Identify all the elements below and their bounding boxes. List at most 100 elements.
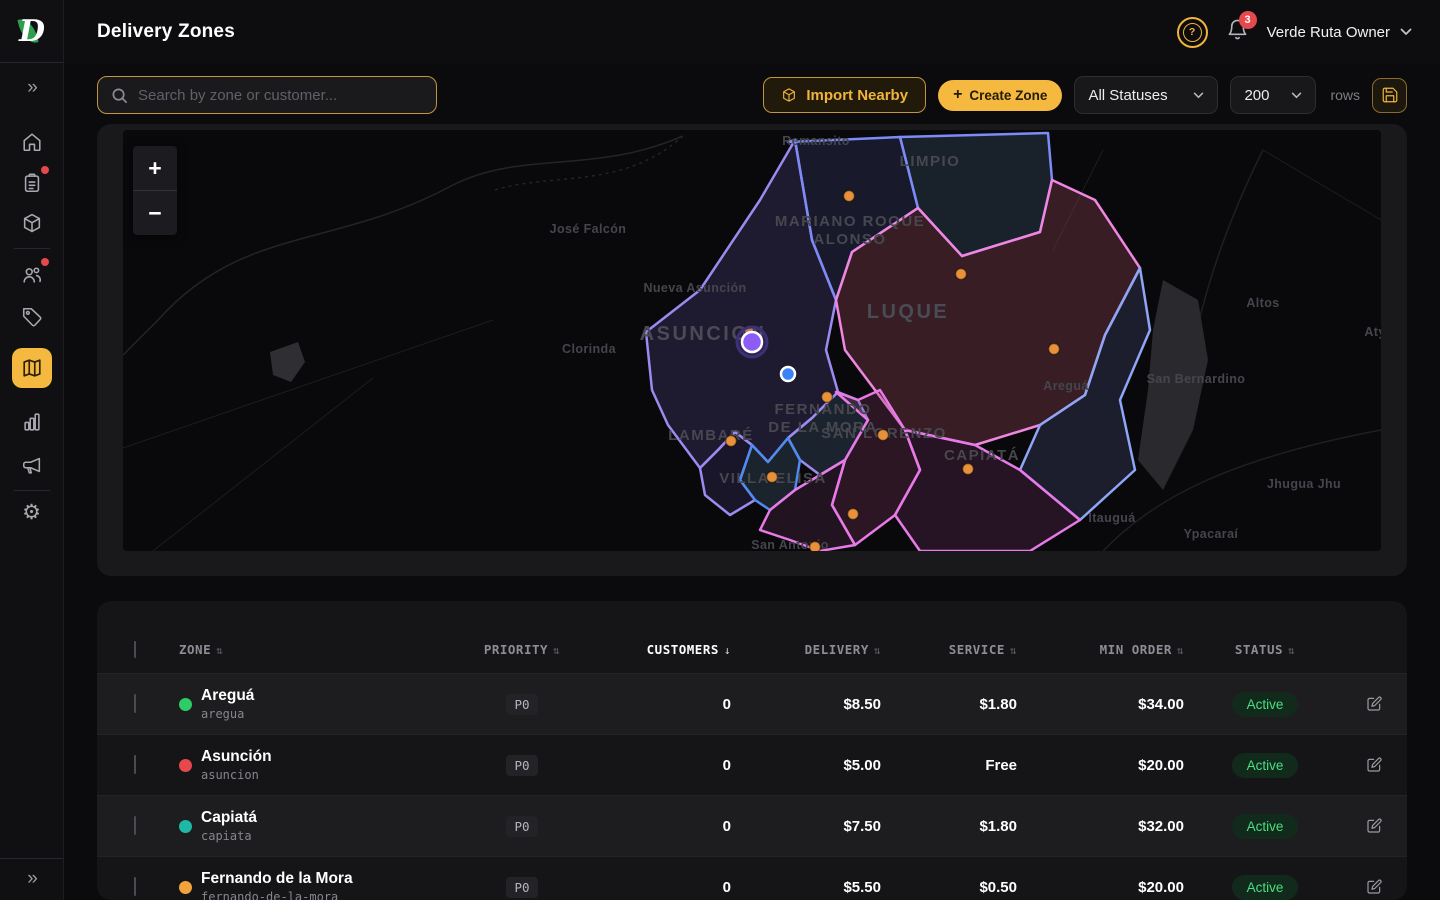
sort-icon: ⇅ — [1010, 644, 1017, 657]
select-all-checkbox[interactable] — [134, 641, 136, 658]
delivery-zones-map[interactable]: Remansito LIMPIO MARIANO ROQUE ALONSO Jo… — [123, 130, 1381, 551]
table-row[interactable]: Areguá aregua P0 0 $8.50 $1.80 $34.00 Ac… — [97, 673, 1407, 734]
svg-text:ALONSO: ALONSO — [813, 231, 886, 248]
priority-badge: P0 — [506, 816, 537, 837]
edit-zone-button[interactable] — [1340, 878, 1407, 896]
priority-badge: P0 — [506, 755, 537, 776]
zoom-out-button[interactable]: − — [133, 191, 177, 235]
save-view-button[interactable] — [1372, 78, 1407, 113]
sidebar-item-marketing[interactable] — [0, 454, 63, 476]
zone-color-dot — [179, 698, 192, 711]
search-box — [97, 76, 437, 114]
status-filter-select[interactable]: All Statuses — [1074, 76, 1218, 114]
zone-color-dot — [179, 759, 192, 772]
page-title: Delivery Zones — [97, 21, 235, 43]
sidebar-item-products[interactable] — [0, 212, 63, 234]
import-nearby-button[interactable]: Import Nearby — [763, 77, 926, 113]
service-fee: $1.80 — [887, 818, 1023, 835]
column-header-status[interactable]: STATUS⇅ — [1190, 642, 1340, 657]
sort-icon: ⇅ — [553, 644, 560, 657]
sidebar-item-orders[interactable] — [0, 172, 63, 194]
row-checkbox[interactable] — [134, 694, 136, 713]
zone-marker — [848, 509, 859, 520]
zone-slug: aregua — [201, 707, 254, 721]
zone-marker — [844, 191, 855, 202]
zones-table-card: ZONE⇅ PRIORITY⇅ CUSTOMERS↓ DELIVERY⇅ SER… — [97, 601, 1407, 900]
page-size-select[interactable]: 200 — [1230, 76, 1316, 114]
zone-marker — [956, 269, 967, 280]
table-row[interactable]: Fernando de la Mora fernando-de-la-mora … — [97, 856, 1407, 900]
sidebar-expand-button[interactable]: » — [0, 77, 63, 99]
zoom-in-button[interactable]: + — [133, 146, 177, 190]
create-zone-button[interactable]: + Create Zone — [938, 80, 1062, 111]
save-icon — [1381, 86, 1399, 104]
zone-marker — [878, 430, 889, 441]
logo-letter: D — [19, 17, 45, 47]
row-checkbox[interactable] — [134, 816, 136, 835]
help-button[interactable]: ? — [1177, 17, 1208, 48]
sidebar-item-tags[interactable] — [0, 306, 63, 328]
zone-color-dot — [179, 881, 192, 894]
zone-marker — [1049, 344, 1060, 355]
edit-zone-button[interactable] — [1340, 817, 1407, 835]
orders-notification-dot — [41, 166, 49, 174]
edit-zone-button[interactable] — [1340, 695, 1407, 713]
delivery-fee: $8.50 — [737, 696, 887, 713]
zone-name: Asunción — [201, 748, 272, 767]
chevron-down-icon — [1193, 92, 1204, 99]
import-package-icon — [781, 87, 797, 103]
sidebar-expand-bottom-button[interactable]: » — [0, 868, 63, 890]
sidebar: D » ⚙ » — [0, 0, 64, 900]
svg-text:CAPIATÁ: CAPIATÁ — [944, 447, 1020, 464]
secondary-zone-marker — [781, 367, 795, 381]
column-header-service[interactable]: SERVICE⇅ — [887, 642, 1023, 657]
question-mark-icon: ? — [1183, 23, 1202, 42]
users-icon — [21, 264, 43, 286]
sidebar-item-home[interactable] — [0, 131, 63, 153]
sidebar-item-settings[interactable]: ⚙ — [0, 501, 63, 523]
sort-icon: ⇅ — [216, 644, 223, 657]
map-canvas[interactable]: Remansito LIMPIO MARIANO ROQUE ALONSO Jo… — [123, 130, 1381, 551]
plus-icon: + — [953, 87, 962, 103]
user-menu[interactable]: Verde Ruta Owner — [1267, 23, 1412, 41]
delivery-fee: $7.50 — [737, 818, 887, 835]
search-icon — [111, 87, 128, 104]
edit-zone-button[interactable] — [1340, 756, 1407, 774]
zone-marker — [767, 472, 778, 483]
column-header-customers[interactable]: CUSTOMERS↓ — [577, 642, 737, 657]
column-header-priority[interactable]: PRIORITY⇅ — [467, 642, 577, 657]
svg-text:Remansito: Remansito — [782, 134, 850, 148]
min-order-value: $34.00 — [1023, 696, 1190, 713]
main-content: Import Nearby + Create Zone All Statuses… — [64, 64, 1440, 900]
search-input[interactable] — [138, 87, 423, 104]
customers-value: 0 — [577, 696, 737, 713]
svg-text:Clorinda: Clorinda — [562, 342, 617, 356]
sidebar-item-zones-active[interactable] — [12, 348, 52, 388]
service-fee: Free — [887, 757, 1023, 774]
app-logo[interactable]: D — [0, 8, 64, 56]
row-checkbox[interactable] — [134, 755, 136, 774]
selected-zone-marker — [742, 332, 762, 352]
svg-text:LAMBARÉ: LAMBARÉ — [668, 427, 754, 444]
notifications-button[interactable]: 3 — [1226, 18, 1249, 46]
divider — [14, 490, 50, 491]
svg-text:Jhugua Jhu: Jhugua Jhu — [1267, 477, 1341, 491]
column-header-delivery[interactable]: DELIVERY⇅ — [737, 642, 887, 657]
sidebar-item-analytics[interactable] — [0, 411, 63, 433]
tag-icon — [21, 306, 43, 328]
row-checkbox[interactable] — [134, 877, 136, 896]
table-row[interactable]: Asunción asuncion P0 0 $5.00 Free $20.00… — [97, 734, 1407, 795]
column-header-min-order[interactable]: MIN ORDER⇅ — [1023, 642, 1190, 657]
table-row[interactable]: Capiatá capiata P0 0 $7.50 $1.80 $32.00 … — [97, 795, 1407, 856]
edit-icon — [1365, 817, 1383, 835]
delivery-fee: $5.00 — [737, 757, 887, 774]
sidebar-item-customers[interactable] — [0, 264, 63, 286]
map-zoom-control: + − — [133, 146, 177, 235]
table-header-row: ZONE⇅ PRIORITY⇅ CUSTOMERS↓ DELIVERY⇅ SER… — [97, 625, 1407, 673]
column-header-zone[interactable]: ZONE⇅ — [167, 642, 467, 657]
edit-icon — [1365, 756, 1383, 774]
min-order-value: $20.00 — [1023, 757, 1190, 774]
zone-slug: fernando-de-la-mora — [201, 890, 353, 900]
customers-value: 0 — [577, 818, 737, 835]
user-name: Verde Ruta Owner — [1267, 24, 1390, 41]
